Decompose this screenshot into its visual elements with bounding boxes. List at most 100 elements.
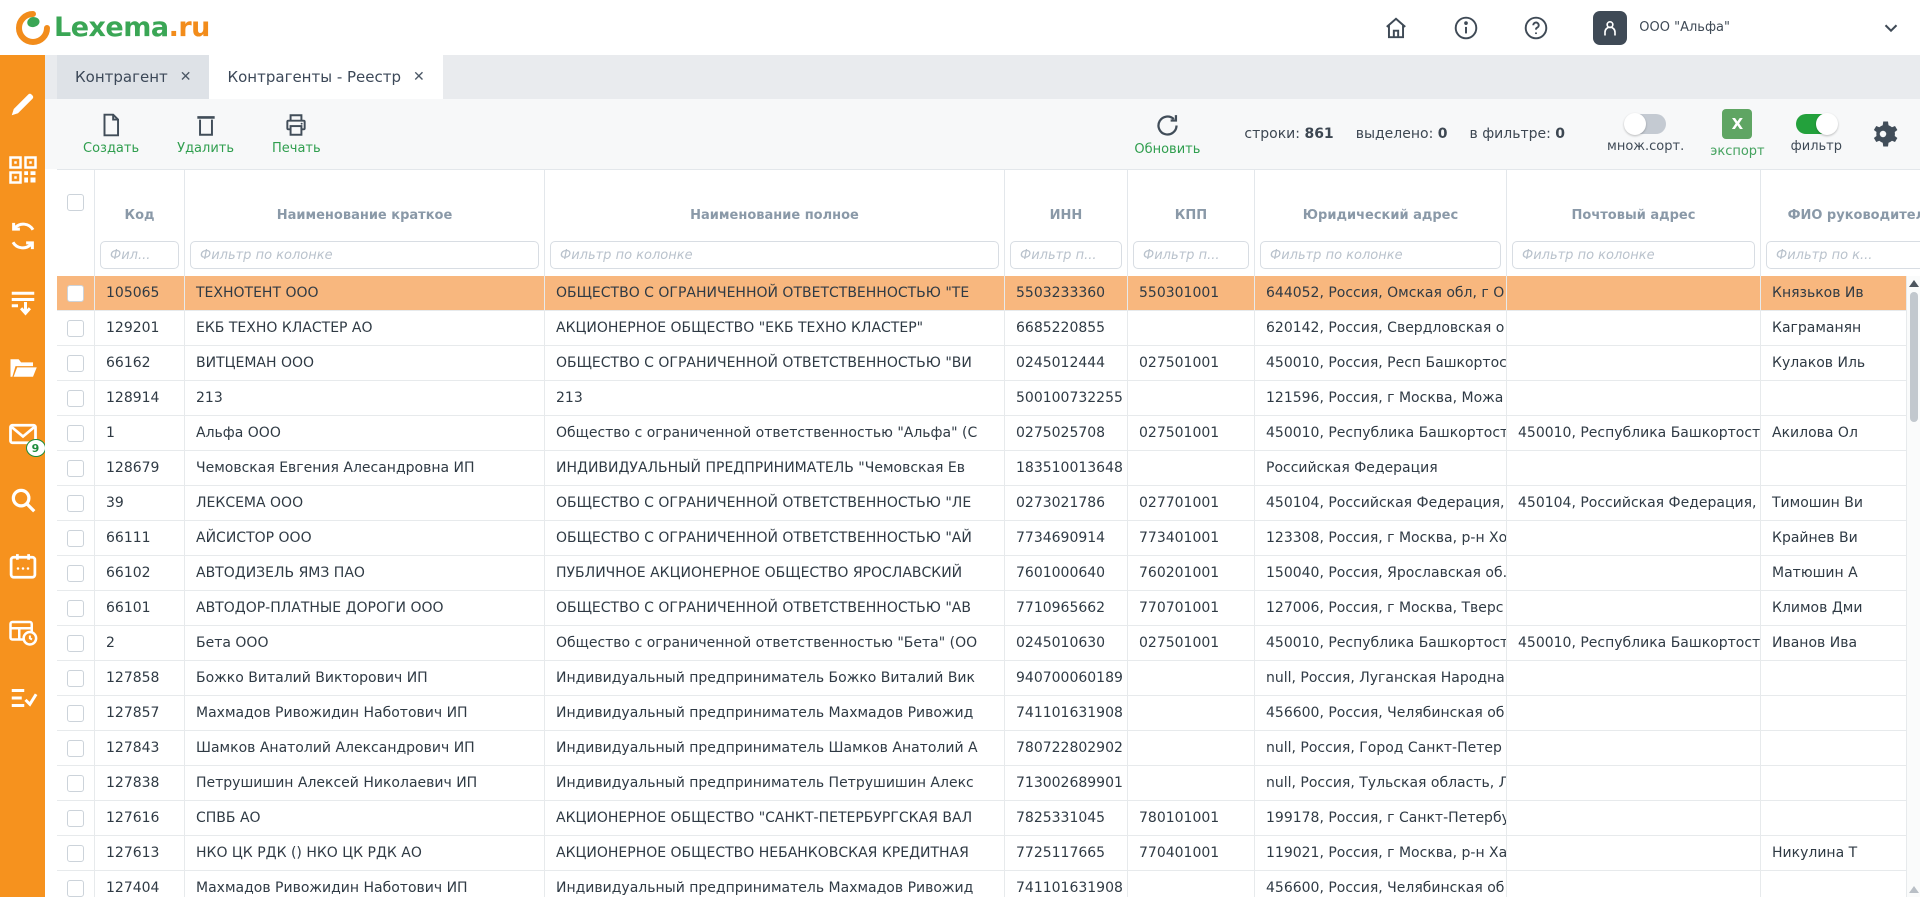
tab-close-icon[interactable]: ✕ <box>413 70 425 84</box>
tab-kontragenty-reestr[interactable]: Контрагенты - Реестр ✕ <box>209 55 442 99</box>
scrollbar-bottom-arrow[interactable] <box>1909 886 1919 893</box>
toggle-off-switch[interactable] <box>1626 114 1666 134</box>
help-icon[interactable] <box>1523 15 1549 41</box>
table-row[interactable]: 127613НКО ЦК РДК () НКО ЦК РДК АОАКЦИОНЕ… <box>57 836 1920 871</box>
row-checkbox[interactable] <box>67 495 84 512</box>
tab-close-icon[interactable]: ✕ <box>180 70 192 84</box>
table-row[interactable]: 128679Чемовская Евгения Алесандровна ИПИ… <box>57 451 1920 486</box>
row-checkbox[interactable] <box>67 705 84 722</box>
row-checkbox[interactable] <box>67 810 84 827</box>
calendar-icon[interactable] <box>8 551 38 581</box>
toggle-on-switch[interactable] <box>1796 114 1836 134</box>
row-checkbox[interactable] <box>67 425 84 442</box>
row-checkbox[interactable] <box>67 880 84 897</box>
table-row[interactable]: 105065ТЕХНОТЕНТ ООООБЩЕСТВО С ОГРАНИЧЕНН… <box>57 276 1920 311</box>
filter-input-code[interactable] <box>100 241 179 269</box>
filter-toggle[interactable]: фильтр <box>1791 114 1842 154</box>
table-row[interactable]: 127616СПВБ АОАКЦИОНЕРНОЕ ОБЩЕСТВО "САНКТ… <box>57 801 1920 836</box>
list-download-icon[interactable] <box>8 287 38 317</box>
user-name[interactable]: ООО "Альфа" <box>1639 20 1730 35</box>
table-row[interactable]: 66101АВТОДОР-ПЛАТНЫЕ ДОРОГИ ООООБЩЕСТВО … <box>57 591 1920 626</box>
gear-icon[interactable] <box>1868 119 1898 149</box>
column-header-fio[interactable]: ФИО руководителя <box>1788 208 1920 225</box>
checklist-icon[interactable] <box>8 683 38 713</box>
excel-export[interactable]: X экспорт <box>1710 109 1764 159</box>
multisort-toggle[interactable]: множ.сорт. <box>1607 114 1684 154</box>
column-header-short_name[interactable]: Наименование краткое <box>277 208 453 225</box>
row-checkbox[interactable] <box>67 740 84 757</box>
cell-fio <box>1761 731 1920 765</box>
cell-full_name: Индивидуальный предприниматель Петрушиши… <box>545 766 1005 800</box>
filter-input-postal_address[interactable] <box>1512 241 1755 269</box>
row-checkbox[interactable] <box>67 670 84 687</box>
column-header-full_name[interactable]: Наименование полное <box>690 208 859 225</box>
column-header-kpp[interactable]: КПП <box>1175 208 1207 225</box>
filter-input-inn[interactable] <box>1010 241 1122 269</box>
search-icon[interactable] <box>8 485 38 515</box>
row-checkbox[interactable] <box>67 775 84 792</box>
folder-open-icon[interactable] <box>8 353 38 383</box>
row-checkbox[interactable] <box>67 600 84 617</box>
create-button[interactable]: Создать <box>73 99 149 169</box>
column-header-inn[interactable]: ИНН <box>1050 208 1083 225</box>
delete-button[interactable]: Удалить <box>167 99 244 169</box>
table-row[interactable]: 66162ВИТЦЕМАН ООООБЩЕСТВО С ОГРАНИЧЕННОЙ… <box>57 346 1920 381</box>
table-row[interactable]: 128914213213500100732255121596, Россия, … <box>57 381 1920 416</box>
tab-kontragent[interactable]: Контрагент ✕ <box>57 55 209 99</box>
scrollbar-thumb[interactable] <box>1910 292 1918 422</box>
cell-code: 66162 <box>95 346 185 380</box>
vertical-scrollbar[interactable] <box>1906 276 1920 897</box>
filter-input-full_name[interactable] <box>550 241 999 269</box>
report-table-clock-icon[interactable] <box>8 617 38 647</box>
table-row[interactable]: 129201ЕКБ ТЕХНО КЛАСТЕР АОАКЦИОНЕРНОЕ ОБ… <box>57 311 1920 346</box>
table-row[interactable]: 127858Божко Виталий Викторович ИПИндивид… <box>57 661 1920 696</box>
cell-fio: Матюшин А <box>1761 556 1920 590</box>
row-checkbox[interactable] <box>67 565 84 582</box>
edit-pencil-icon[interactable] <box>8 89 38 119</box>
filter-input-fio[interactable] <box>1766 241 1920 269</box>
user-avatar[interactable] <box>1593 11 1627 45</box>
mail-icon[interactable]: 9 <box>8 419 38 449</box>
cell-code: 128679 <box>95 451 185 485</box>
filter-input-short_name[interactable] <box>190 241 539 269</box>
table-row[interactable]: 127838Петрушишин Алексей Николаевич ИПИн… <box>57 766 1920 801</box>
filter-input-legal_address[interactable] <box>1260 241 1501 269</box>
row-checkbox[interactable] <box>67 460 84 477</box>
table-row[interactable]: 66102АВТОДИЗЕЛЬ ЯМЗ ПАОПУБЛИЧНОЕ АКЦИОНЕ… <box>57 556 1920 591</box>
cell-kpp <box>1128 871 1255 897</box>
select-all-checkbox[interactable] <box>67 194 84 211</box>
row-checkbox[interactable] <box>67 390 84 407</box>
qr-code-icon[interactable] <box>8 155 38 185</box>
tab-label: Контрагенты - Реестр <box>227 68 401 86</box>
scrollbar-up-arrow[interactable] <box>1909 280 1919 287</box>
table-row[interactable]: 39ЛЕКСЕМА ООООБЩЕСТВО С ОГРАНИЧЕННОЙ ОТВ… <box>57 486 1920 521</box>
table-row[interactable]: 127404Махмадов Ривожидин Наботович ИПИнд… <box>57 871 1920 897</box>
row-checkbox[interactable] <box>67 530 84 547</box>
info-icon[interactable] <box>1453 15 1479 41</box>
column-header-code[interactable]: Код <box>124 208 154 225</box>
cell-kpp: 550301001 <box>1128 276 1255 310</box>
chevron-down-icon[interactable] <box>1880 17 1902 39</box>
table-row[interactable]: 127843Шамков Анатолий Александрович ИПИн… <box>57 731 1920 766</box>
cell-fio: Никулина Т <box>1761 836 1920 870</box>
sync-icon[interactable] <box>8 221 38 251</box>
table-row[interactable]: 1Альфа ООООбщество с ограниченной ответс… <box>57 416 1920 451</box>
row-checkbox[interactable] <box>67 355 84 372</box>
cell-postal_address <box>1507 556 1761 590</box>
filter-input-kpp[interactable] <box>1133 241 1249 269</box>
row-checkbox[interactable] <box>67 320 84 337</box>
table-row[interactable]: 66111АЙСИСТОР ООООБЩЕСТВО С ОГРАНИЧЕННОЙ… <box>57 521 1920 556</box>
column-header-legal_address[interactable]: Юридический адрес <box>1303 208 1458 225</box>
column-header-postal_address[interactable]: Почтовый адрес <box>1572 208 1696 225</box>
lexema-logo[interactable]: Lexema.ru <box>14 9 210 47</box>
table-row[interactable]: 2Бета ООООбщество с ограниченной ответст… <box>57 626 1920 661</box>
cell-kpp: 770701001 <box>1128 591 1255 625</box>
home-icon[interactable] <box>1383 15 1409 41</box>
print-button[interactable]: Печать <box>262 99 331 169</box>
table-row[interactable]: 127857Махмадов Ривожидин Наботович ИПИнд… <box>57 696 1920 731</box>
refresh-button[interactable]: Обновить <box>1124 112 1210 157</box>
row-checkbox[interactable] <box>67 845 84 862</box>
excel-export-button[interactable]: X <box>1722 109 1752 139</box>
row-checkbox[interactable] <box>67 285 84 302</box>
row-checkbox[interactable] <box>67 635 84 652</box>
